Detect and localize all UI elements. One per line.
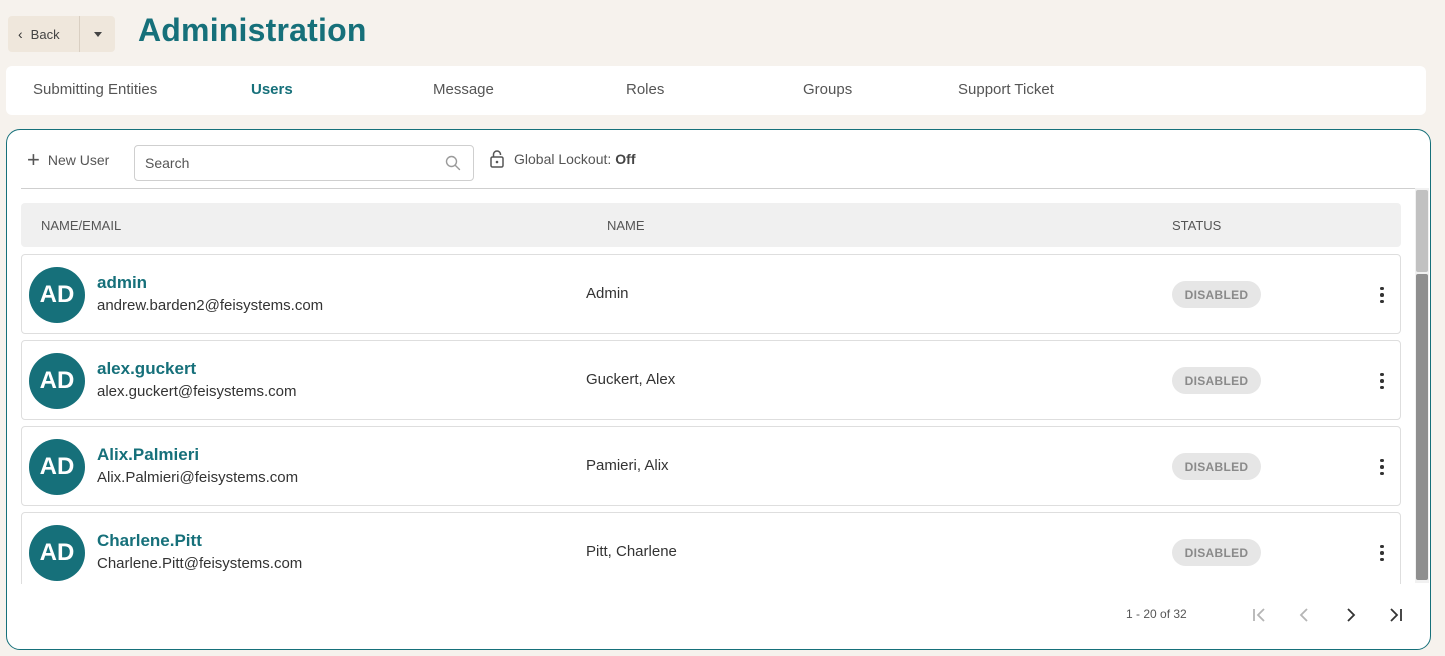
user-list: AD admin andrew.barden2@feisystems.com A… xyxy=(21,254,1401,584)
tab-bar: Submitting Entities Users Message Roles … xyxy=(6,66,1426,115)
kebab-menu-icon[interactable] xyxy=(1374,283,1390,307)
column-header-name-email[interactable]: NAME/EMAIL xyxy=(41,218,121,233)
new-user-button[interactable]: + New User xyxy=(27,147,110,172)
prev-page-icon[interactable] xyxy=(1293,604,1315,626)
avatar: AD xyxy=(29,439,85,495)
username-link[interactable]: Alix.Palmieri xyxy=(97,445,199,465)
scrollbar-thumb[interactable] xyxy=(1416,274,1428,580)
global-lockout[interactable]: Global Lockout: Off xyxy=(490,150,636,168)
new-user-label: New User xyxy=(47,152,110,168)
search-box xyxy=(134,145,474,181)
avatar: AD xyxy=(29,353,85,409)
table-row[interactable]: AD admin andrew.barden2@feisystems.com A… xyxy=(21,254,1401,334)
back-button[interactable]: ‹ Back xyxy=(8,16,80,52)
kebab-menu-icon[interactable] xyxy=(1374,369,1390,393)
table-row[interactable]: AD alex.guckert alex.guckert@feisystems.… xyxy=(21,340,1401,420)
user-email: Alix.Palmieri@feisystems.com xyxy=(97,469,299,486)
caret-down-icon xyxy=(93,31,102,37)
table-row[interactable]: AD Charlene.Pitt Charlene.Pitt@feisystem… xyxy=(21,512,1401,584)
username-link[interactable]: Charlene.Pitt xyxy=(97,531,202,551)
chevron-left-icon: ‹ xyxy=(18,26,23,42)
user-full-name: Pamieri, Alix xyxy=(586,457,669,474)
status-badge: DISABLED xyxy=(1172,539,1261,566)
page-title: Administration xyxy=(138,12,367,48)
page-header: ‹ Back Administration xyxy=(0,0,1445,64)
avatar: AD xyxy=(29,525,85,581)
username-link[interactable]: admin xyxy=(97,273,147,293)
pagination-range: 1 - 20 of 32 xyxy=(1126,607,1187,621)
user-email: alex.guckert@feisystems.com xyxy=(97,383,297,400)
user-full-name: Admin xyxy=(586,285,629,302)
tab-message[interactable]: Message xyxy=(433,81,494,98)
tab-roles[interactable]: Roles xyxy=(626,81,664,98)
status-badge: DISABLED xyxy=(1172,367,1261,394)
lockout-label: Global Lockout: xyxy=(514,151,612,167)
kebab-menu-icon[interactable] xyxy=(1374,455,1390,479)
first-page-icon[interactable] xyxy=(1249,604,1271,626)
last-page-icon[interactable] xyxy=(1385,604,1407,626)
scrollbar-track-upper xyxy=(1416,190,1428,272)
user-full-name: Pitt, Charlene xyxy=(586,543,677,560)
table-header: NAME/EMAIL NAME STATUS xyxy=(21,203,1401,247)
divider xyxy=(21,188,1417,189)
vertical-scrollbar[interactable] xyxy=(1415,188,1429,583)
users-panel: + New User Global Lockout: Off NAME/EMAI… xyxy=(6,129,1431,650)
search-icon[interactable] xyxy=(445,155,461,171)
status-badge: DISABLED xyxy=(1172,453,1261,480)
user-email: andrew.barden2@feisystems.com xyxy=(97,297,324,314)
user-full-name: Guckert, Alex xyxy=(586,371,676,388)
lockout-value: Off xyxy=(615,151,636,167)
tab-groups[interactable]: Groups xyxy=(803,81,852,98)
kebab-menu-icon[interactable] xyxy=(1374,541,1390,565)
lock-open-icon xyxy=(490,150,504,168)
tab-users[interactable]: Users xyxy=(251,81,293,98)
avatar: AD xyxy=(29,267,85,323)
column-header-name[interactable]: NAME xyxy=(607,218,645,233)
user-email: Charlene.Pitt@feisystems.com xyxy=(97,555,303,572)
back-label: Back xyxy=(30,26,60,42)
column-header-status[interactable]: STATUS xyxy=(1172,218,1221,233)
username-link[interactable]: alex.guckert xyxy=(97,359,196,379)
users-toolbar: + New User Global Lockout: Off xyxy=(7,130,1430,190)
next-page-icon[interactable] xyxy=(1340,604,1362,626)
tab-support-ticket[interactable]: Support Ticket xyxy=(958,81,1054,98)
table-row[interactable]: AD Alix.Palmieri Alix.Palmieri@feisystem… xyxy=(21,426,1401,506)
status-badge: DISABLED xyxy=(1172,281,1261,308)
back-dropdown-button[interactable] xyxy=(80,31,115,37)
back-button-group: ‹ Back xyxy=(8,16,115,52)
plus-icon: + xyxy=(27,147,40,172)
tab-submitting-entities[interactable]: Submitting Entities xyxy=(33,81,157,98)
search-input[interactable] xyxy=(145,146,435,180)
